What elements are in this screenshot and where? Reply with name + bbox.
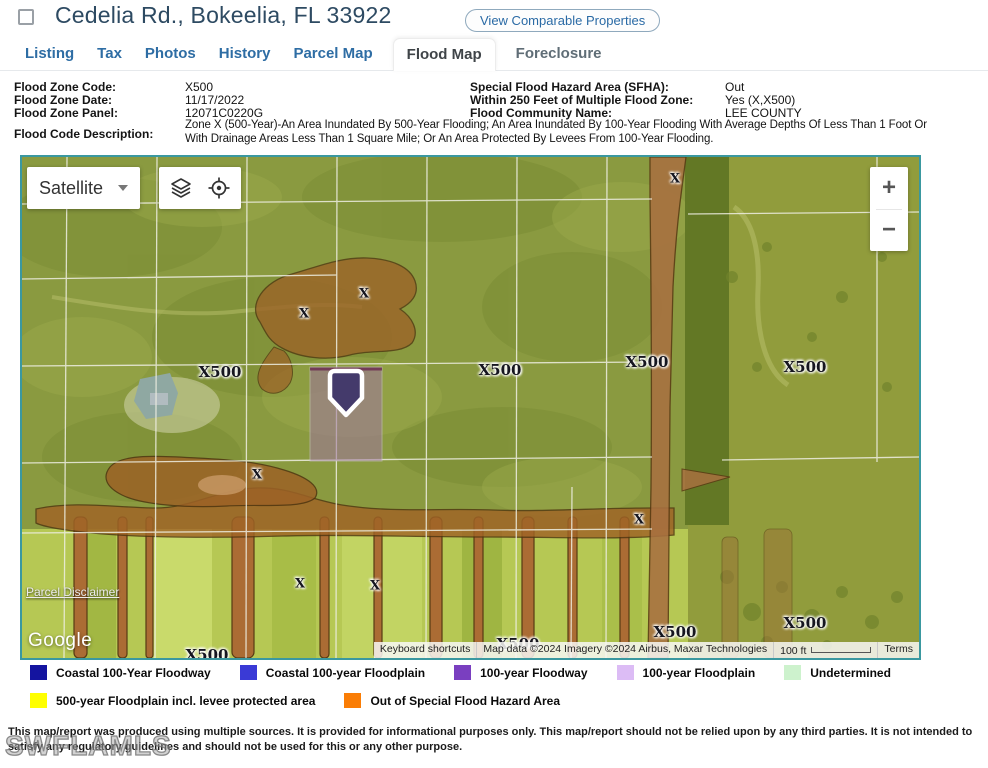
flood-code-description-value: Zone X (500-Year)-An Area Inundated By 5… <box>185 119 930 146</box>
tab-flood-map[interactable]: Flood Map <box>393 38 496 71</box>
flood-legend-row-2: 500-year Floodplain incl. levee protecte… <box>30 693 560 708</box>
zoom-control: + − <box>870 167 908 251</box>
legend-label: 100-year Floodplain <box>643 666 756 680</box>
flood-zone-date-label: Flood Zone Date: <box>14 93 112 107</box>
sfha-value: Out <box>725 80 744 94</box>
legend-swatch-undetermined <box>784 665 801 680</box>
locate-button[interactable] <box>202 171 236 205</box>
legend-label: Coastal 100-Year Floodway <box>56 666 211 680</box>
tab-parcel-map[interactable]: Parcel Map <box>290 45 375 70</box>
map-data-attribution: Map data ©2024 Imagery ©2024 Airbus, Max… <box>476 642 773 658</box>
tab-bar: Listing Tax Photos History Parcel Map Fl… <box>0 39 988 71</box>
page-title: Cedelia Rd., Bokeelia, FL 33922 <box>55 2 392 29</box>
map-scale-label: 100 ft <box>780 645 806 657</box>
flood-zone-date-value: 11/17/2022 <box>185 93 244 107</box>
legend-swatch-500yr-floodplain <box>30 693 47 708</box>
tab-foreclosure[interactable]: Foreclosure <box>513 45 605 70</box>
legend-label: 500-year Floodplain incl. levee protecte… <box>56 694 315 708</box>
view-comparable-properties-button[interactable]: View Comparable Properties <box>465 9 660 32</box>
flood-zone-panel-label: Flood Zone Panel: <box>14 106 118 120</box>
tab-history[interactable]: History <box>216 45 274 70</box>
map-tool-group <box>159 167 241 209</box>
flood-map-page: Cedelia Rd., Bokeelia, FL 33922 View Com… <box>0 0 988 768</box>
legend-label: 100-year Floodway <box>480 666 587 680</box>
flood-zone-code-label: Flood Zone Code: <box>14 80 116 94</box>
select-property-checkbox[interactable] <box>18 9 34 25</box>
tab-photos[interactable]: Photos <box>142 45 199 70</box>
layers-button[interactable] <box>164 171 198 205</box>
flood-legend-row-1: Coastal 100-Year Floodway Coastal 100-ye… <box>30 665 891 680</box>
crosshair-icon <box>207 176 231 200</box>
legend-item: Coastal 100-year Floodplain <box>240 665 425 680</box>
flood-zone-panel-value: 12071C0220G <box>185 106 263 120</box>
legend-label: Out of Special Flood Hazard Area <box>370 694 560 708</box>
satellite-terrain <box>22 157 919 658</box>
terms-link[interactable]: Terms <box>877 642 919 658</box>
legend-swatch-coastal-100yr-floodplain <box>240 665 257 680</box>
keyboard-shortcuts-button[interactable]: Keyboard shortcuts <box>374 642 476 658</box>
flood-code-description-label: Flood Code Description: <box>14 127 153 141</box>
zoom-out-button[interactable]: − <box>870 210 908 252</box>
tab-tax[interactable]: Tax <box>94 45 125 70</box>
map-scale: 100 ft <box>773 642 877 658</box>
chevron-down-icon <box>118 185 128 191</box>
legend-item: 500-year Floodplain incl. levee protecte… <box>30 693 315 708</box>
map-type-label: Satellite <box>39 178 103 199</box>
parcel-disclaimer-link[interactable]: Parcel Disclaimer <box>26 585 119 599</box>
map-type-selector[interactable]: Satellite <box>27 167 140 209</box>
flood-map-canvas[interactable]: Satellite <box>20 155 921 660</box>
map-attribution-bar: Keyboard shortcuts Map data ©2024 Imager… <box>374 642 919 658</box>
sfha-label: Special Flood Hazard Area (SFHA): <box>470 80 669 94</box>
zoom-in-button[interactable]: + <box>870 167 908 209</box>
legend-item: Out of Special Flood Hazard Area <box>344 693 560 708</box>
legend-swatch-out-of-sfha <box>344 693 361 708</box>
legend-swatch-100yr-floodplain <box>617 665 634 680</box>
layers-icon <box>169 176 193 200</box>
google-logo[interactable]: Google <box>28 630 92 652</box>
mls-watermark: SWFLAMLS <box>5 730 172 762</box>
tab-listing[interactable]: Listing <box>22 45 77 70</box>
legend-swatch-coastal-100yr-floodway <box>30 665 47 680</box>
legend-item: Coastal 100-Year Floodway <box>30 665 211 680</box>
legend-swatch-100yr-floodway <box>454 665 471 680</box>
multiple-flood-zone-value: Yes (X,X500) <box>725 93 795 107</box>
legend-item: 100-year Floodway <box>454 665 587 680</box>
multiple-flood-zone-label: Within 250 Feet of Multiple Flood Zone: <box>470 93 693 107</box>
legend-label: Coastal 100-year Floodplain <box>266 666 425 680</box>
legend-item: 100-year Floodplain <box>617 665 756 680</box>
legend-item: Undetermined <box>784 665 891 680</box>
flood-zone-code-value: X500 <box>185 80 213 94</box>
flood-community-value: LEE COUNTY <box>725 106 802 120</box>
flood-community-label: Flood Community Name: <box>470 106 612 120</box>
map-scale-bar <box>811 647 871 653</box>
legend-label: Undetermined <box>810 666 891 680</box>
